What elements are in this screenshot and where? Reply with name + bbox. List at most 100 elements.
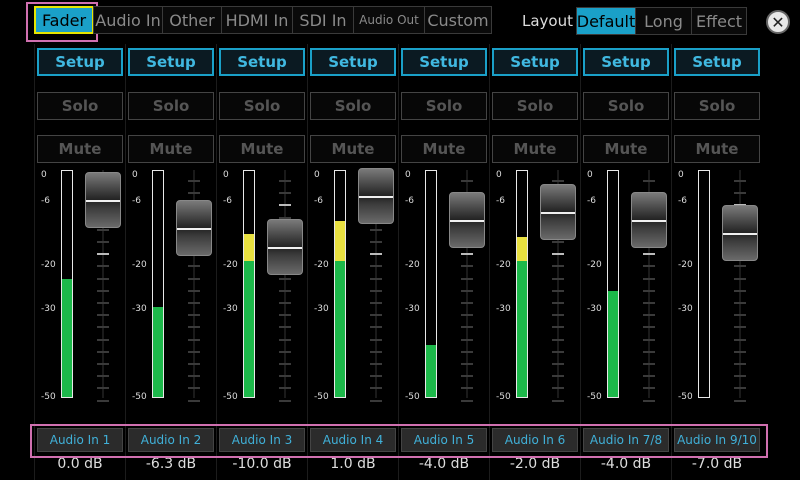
scale-label: -50	[223, 392, 238, 402]
scale-label: -50	[678, 392, 693, 402]
solo-button[interactable]: Solo	[219, 92, 305, 120]
setup-button[interactable]: Setup	[583, 48, 669, 76]
fader-tick	[279, 375, 291, 378]
fader-tick	[370, 253, 382, 256]
meter-scale: 0 -6 -20 -30 -50	[41, 170, 63, 402]
solo-button[interactable]: Solo	[492, 92, 578, 120]
mute-button[interactable]: Mute	[128, 135, 214, 163]
top-tab-bar: Fader Audio In Other HDMI In SDI In Audi…	[34, 6, 492, 36]
fader-tick	[370, 350, 382, 353]
fader-tick	[461, 363, 473, 365]
tab-audio-out[interactable]: Audio Out	[353, 6, 425, 34]
scale-label: -6	[587, 196, 596, 206]
layout-tab-effect[interactable]: Effect	[691, 7, 747, 35]
fader-knob[interactable]	[176, 200, 212, 256]
fader-db-value: -4.0 dB	[418, 456, 470, 472]
mute-button[interactable]: Mute	[37, 135, 123, 163]
setup-button[interactable]: Setup	[401, 48, 487, 76]
fader-tick	[370, 338, 382, 341]
setup-button[interactable]: Setup	[310, 48, 396, 76]
mute-button[interactable]: Mute	[674, 135, 760, 163]
fader-tick	[734, 302, 746, 304]
fader-tick	[461, 265, 473, 268]
solo-button[interactable]: Solo	[310, 92, 396, 120]
layout-tab-long[interactable]: Long	[635, 7, 692, 35]
mute-button[interactable]: Mute	[583, 135, 669, 163]
fader-tick	[188, 363, 200, 365]
scale-label: -30	[678, 304, 693, 314]
fader-tick	[552, 289, 564, 292]
scale-label: 0	[496, 170, 502, 180]
solo-button[interactable]: Solo	[674, 92, 760, 120]
scale-label: -6	[496, 196, 505, 206]
meter-scale: 0 -6 -20 -30 -50	[314, 170, 336, 402]
fader-tick	[552, 338, 564, 341]
fader-db-value: -4.0 dB	[600, 456, 652, 472]
fader-knob-line	[268, 247, 302, 249]
fader-knob[interactable]	[85, 172, 121, 228]
fader-knob[interactable]	[722, 205, 758, 261]
fader-knob[interactable]	[449, 192, 485, 248]
mute-button[interactable]: Mute	[492, 135, 578, 163]
level-meter	[698, 170, 710, 398]
solo-button[interactable]: Solo	[583, 92, 669, 120]
fader-tick	[643, 265, 655, 268]
fader-tick	[97, 399, 109, 402]
fader-tick	[461, 302, 473, 304]
fader-tick	[461, 180, 473, 182]
fader-tick	[552, 326, 564, 329]
layout-tab-default[interactable]: Default	[576, 7, 636, 35]
tab-hdmi-in[interactable]: HDMI In	[221, 6, 293, 34]
fader-tick	[461, 350, 473, 353]
close-icon[interactable]: ✕	[766, 10, 790, 34]
solo-button[interactable]: Solo	[37, 92, 123, 120]
fader-tick	[97, 314, 109, 317]
channel-strip: Setup Solo Mute 0 -6 -20 -30 -50 Audio In 2 -6.3 …	[125, 44, 215, 480]
scale-label: -50	[587, 392, 602, 402]
setup-button[interactable]: Setup	[492, 48, 578, 76]
fader-knob[interactable]	[631, 192, 667, 248]
fader-db-value: -7.0 dB	[691, 456, 743, 472]
setup-button[interactable]: Setup	[128, 48, 214, 76]
fader-knob[interactable]	[267, 219, 303, 275]
fader-tick	[461, 338, 473, 341]
channel-strip: Setup Solo Mute 0 -6 -20 -30 -50 Audio In 9/10 -7…	[671, 44, 761, 480]
meter-scale: 0 -6 -20 -30 -50	[132, 170, 154, 402]
fader-tick	[461, 387, 473, 390]
channel-strip: Setup Solo Mute 0 -6 -20 -30 -50 Audio In 3 -10.0…	[216, 44, 306, 480]
fader-tick	[643, 338, 655, 341]
scale-label: -50	[41, 392, 56, 402]
fader-tick	[279, 289, 291, 292]
mute-button[interactable]: Mute	[401, 135, 487, 163]
level-meter	[607, 170, 619, 398]
scale-label: 0	[678, 170, 684, 180]
tab-fader[interactable]: Fader	[34, 6, 94, 34]
fader-tick	[279, 180, 291, 182]
solo-button[interactable]: Solo	[401, 92, 487, 120]
setup-button[interactable]: Setup	[219, 48, 305, 76]
mute-button[interactable]: Mute	[310, 135, 396, 163]
channel-strip: Setup Solo Mute 0 -6 -20 -30 -50 Audio In 6 -2.0 …	[489, 44, 579, 480]
scale-label: 0	[223, 170, 229, 180]
tab-other[interactable]: Other	[162, 6, 222, 34]
fader-knob[interactable]	[540, 184, 576, 240]
setup-button[interactable]: Setup	[674, 48, 760, 76]
fader-tick	[461, 375, 473, 378]
meter-green-fill	[153, 306, 163, 397]
level-meter	[243, 170, 255, 398]
tab-sdi-in[interactable]: SDI In	[292, 6, 354, 34]
scale-label: -6	[132, 196, 141, 206]
fader-knob[interactable]	[358, 168, 394, 224]
channel-strip: Setup Solo Mute 0 -6 -20 -30 -50 Audio In 5 -4.0 …	[398, 44, 488, 480]
fader-knob-line	[632, 220, 666, 222]
fader-tick	[552, 363, 564, 365]
tab-custom[interactable]: Custom	[424, 6, 492, 34]
setup-button[interactable]: Setup	[37, 48, 123, 76]
solo-button[interactable]: Solo	[128, 92, 214, 120]
fader-tick	[734, 363, 746, 365]
tab-audio-in[interactable]: Audio In	[93, 6, 163, 34]
fader-db-value: 1.0 dB	[330, 456, 376, 472]
mute-button[interactable]: Mute	[219, 135, 305, 163]
fader-tick	[643, 387, 655, 390]
fader-tick	[552, 180, 564, 182]
